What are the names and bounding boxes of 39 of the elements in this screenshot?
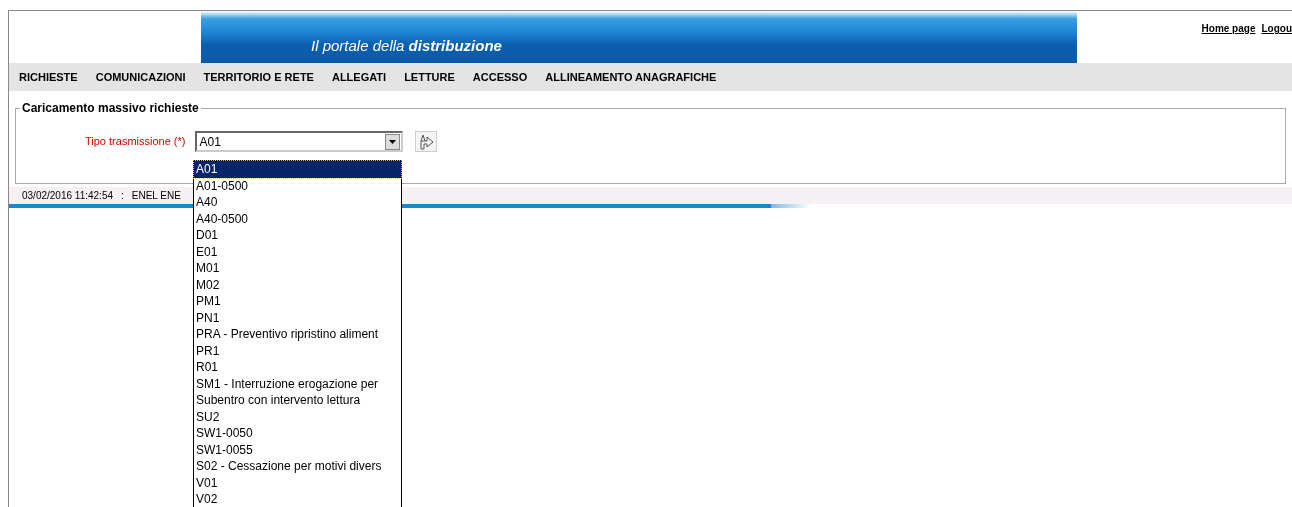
header-link[interactable]: Logou xyxy=(1261,21,1292,63)
submit-button[interactable] xyxy=(415,131,438,152)
dropdown-option[interactable]: SW1-0050 xyxy=(194,425,401,442)
dropdown-option[interactable]: R01 xyxy=(194,359,401,376)
dropdown-option[interactable]: SU2 xyxy=(194,408,401,425)
panel-legend: Caricamento massivo richieste xyxy=(20,99,201,117)
dropdown-option[interactable]: D01 xyxy=(194,227,401,244)
status-timestamp: 03/02/2016 11:42:54 xyxy=(22,189,113,203)
dropdown-option[interactable]: Subentro con intervento lettura xyxy=(194,392,401,409)
dropdown-option[interactable]: PR1 xyxy=(194,342,401,359)
dropdown-option[interactable]: A40-0500 xyxy=(194,210,401,227)
menu-item[interactable]: RICHIESTE xyxy=(19,68,78,86)
dropdown-option[interactable]: A01-0500 xyxy=(194,177,401,194)
dropdown-option[interactable]: PM1 xyxy=(194,293,401,310)
menu-item[interactable]: TERRITORIO E RETE xyxy=(203,68,314,86)
arrow-icon xyxy=(417,133,435,150)
dropdown-option[interactable]: A40 xyxy=(194,194,401,211)
dropdown-option[interactable]: M01 xyxy=(194,260,401,277)
menu-item[interactable]: LETTURE xyxy=(404,68,455,86)
dropdown-option[interactable]: M02 xyxy=(194,276,401,293)
menu-item[interactable]: ALLINEAMENTO ANAGRAFICHE xyxy=(545,68,717,86)
dropdown-option[interactable]: V01 xyxy=(194,474,401,491)
dropdown-option[interactable]: S02 - Cessazione per motivi divers xyxy=(194,458,401,475)
dropdown-option[interactable]: E01 xyxy=(194,243,401,260)
dropdown-option[interactable]: V02 xyxy=(194,491,401,507)
portal-tagline: Il portale della distribuzione xyxy=(311,35,502,56)
field-label: Tipo trasmissione (*) xyxy=(85,134,186,150)
dropdown-option[interactable]: SW1-0055 xyxy=(194,441,401,458)
dropdown-option[interactable]: SM1 - Interruzione erogazione per xyxy=(194,375,401,392)
transmission-type-select[interactable]: A01 xyxy=(195,131,404,152)
menu-item[interactable]: ACCESSO xyxy=(472,68,528,86)
dropdown-option[interactable]: PRA - Preventivo ripristino aliment xyxy=(194,326,401,343)
status-user: ENEL ENE xyxy=(131,189,181,203)
header-link[interactable]: Home page xyxy=(1201,21,1256,63)
dropdown-option[interactable]: A01 xyxy=(194,161,401,178)
dropdown-option[interactable]: PN1 xyxy=(194,309,401,326)
status-separator: : xyxy=(121,189,124,203)
menu-item[interactable]: ALLEGATI xyxy=(331,68,387,86)
menu-item[interactable]: COMUNICAZIONI xyxy=(95,68,186,86)
